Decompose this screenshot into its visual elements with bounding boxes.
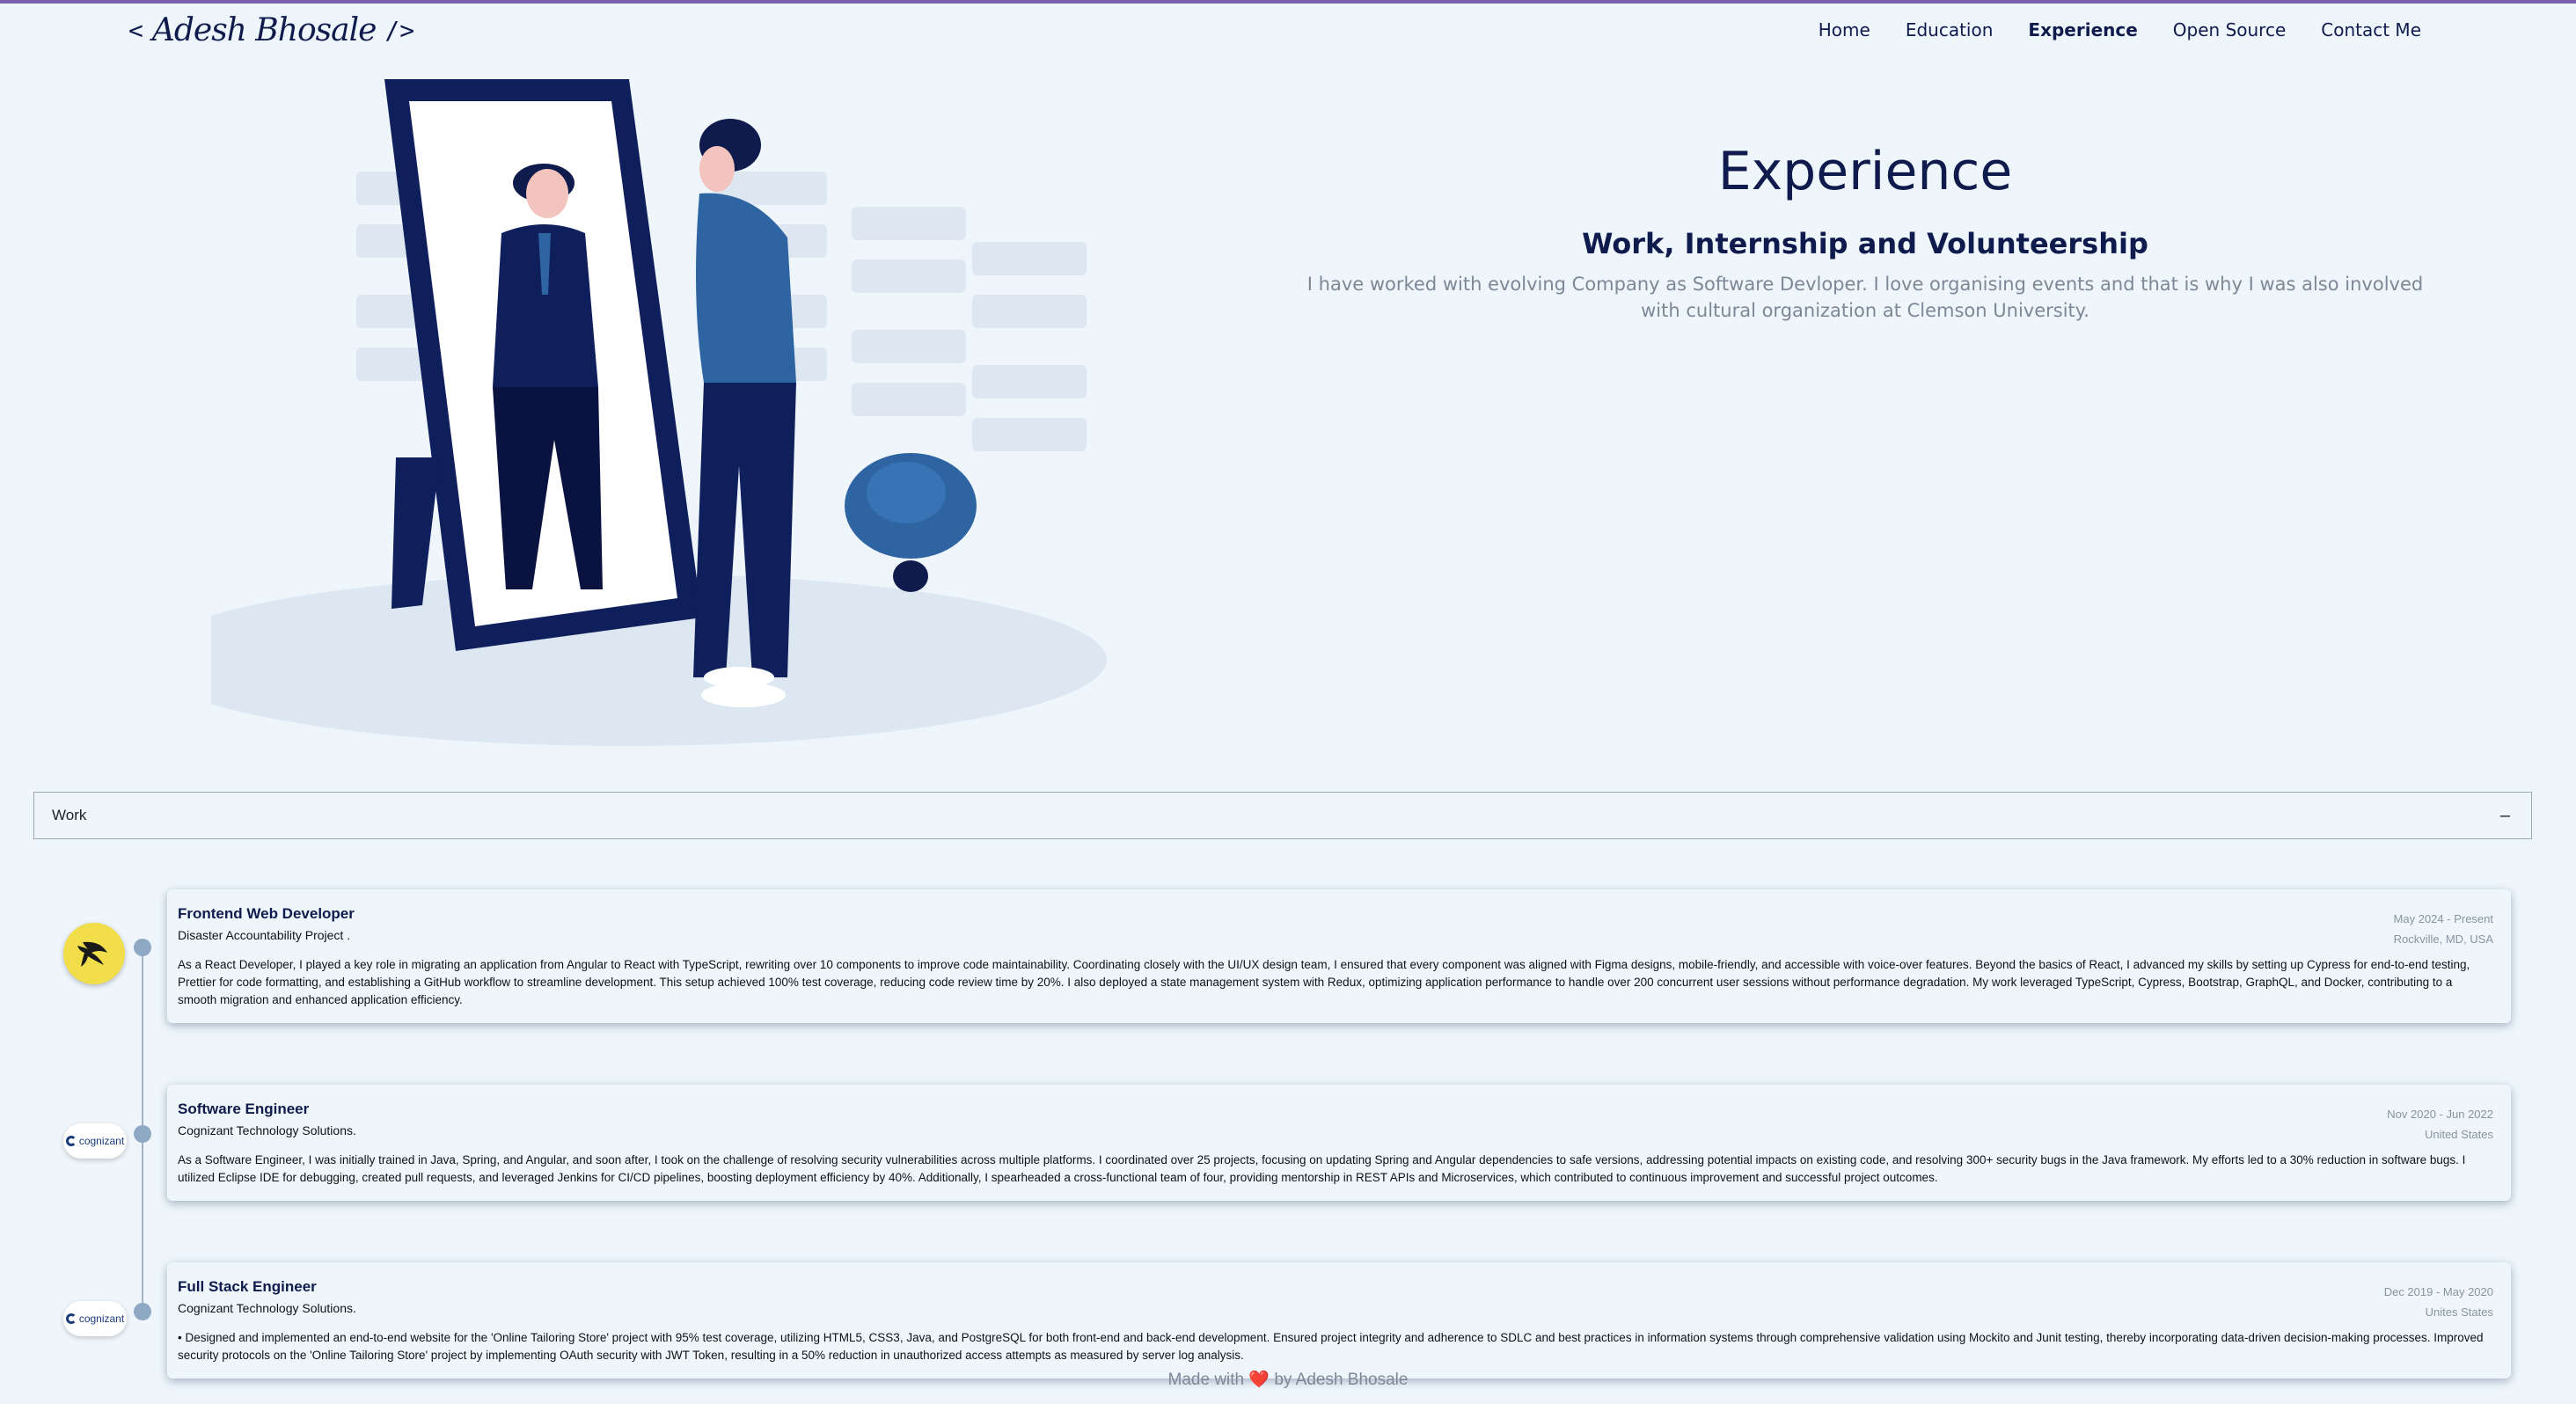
mirror-illustration (211, 79, 1107, 746)
nav-education[interactable]: Education (1906, 19, 1994, 40)
experience-card[interactable]: Frontend Web Developer Disaster Accounta… (167, 889, 2511, 1023)
company-name: Disaster Accountability Project . (178, 928, 351, 942)
nav-contact-me[interactable]: Contact Me (2321, 19, 2421, 40)
job-date: Dec 2019 - May 2020 (2383, 1285, 2493, 1298)
date-location: May 2024 - Present Rockville, MD, USA (2394, 909, 2493, 949)
job-description: • Designed and implemented an end-to-end… (178, 1331, 2484, 1362)
hero-text: Experience Work, Internship and Voluntee… (1302, 141, 2428, 324)
footer-suffix: by Adesh Bhosale (1274, 1371, 1409, 1389)
page-description: I have worked with evolving Company as S… (1306, 274, 2424, 321)
job-description: As a React Developer, I played a key rol… (178, 958, 2470, 1006)
experience-card[interactable]: Full Stack Engineer Cognizant Technology… (167, 1262, 2511, 1378)
accordion-label: Work (52, 807, 87, 823)
company-name: Cognizant Technology Solutions. (178, 1301, 356, 1315)
cognizant-logo-icon: cognizant (63, 1123, 127, 1159)
company-name: Cognizant Technology Solutions. (178, 1123, 356, 1137)
work-accordion-header[interactable]: Work – (33, 792, 2532, 839)
page-title: Experience (1717, 141, 2013, 202)
date-location: Dec 2019 - May 2020 Unites States (2384, 1282, 2493, 1322)
cognizant-logo-icon: cognizant (63, 1301, 127, 1336)
footer-prefix: Made with (1167, 1371, 1245, 1389)
heart-icon: ❤️ (1248, 1371, 1270, 1389)
job-title: Full Stack Engineer (178, 1278, 317, 1295)
job-title: Frontend Web Developer (178, 905, 355, 922)
logo[interactable]: < Adesh Bhosale /> (128, 12, 414, 48)
logo-close-bracket: /> (384, 16, 415, 45)
job-description: As a Software Engineer, I was initially … (178, 1153, 2466, 1184)
job-location: Rockville, MD, USA (2393, 932, 2493, 946)
date-location: Nov 2020 - Jun 2022 United States (2387, 1104, 2493, 1144)
header: < Adesh Bhosale /> Home Education Experi… (0, 4, 2576, 56)
timeline-dot (134, 939, 151, 956)
experience-card[interactable]: Software Engineer Cognizant Technology S… (167, 1085, 2511, 1201)
job-location: Unites States (2425, 1305, 2493, 1319)
job-title: Software Engineer (178, 1101, 310, 1117)
logo-signature: Adesh Bhosale (151, 12, 377, 48)
job-date: Nov 2020 - Jun 2022 (2387, 1108, 2493, 1121)
collapse-icon[interactable]: – (2500, 806, 2510, 826)
job-location: United States (2424, 1128, 2493, 1141)
timeline-dot (134, 1125, 151, 1143)
footer: Made with ❤️ by Adesh Bhosale (0, 1369, 2576, 1390)
logo-open-bracket: < (128, 16, 143, 45)
nav-home[interactable]: Home (1819, 19, 1870, 40)
job-date: May 2024 - Present (2393, 912, 2493, 925)
palm-logo-icon (63, 923, 125, 984)
page-subtitle: Work, Internship and Volunteership (1582, 227, 2148, 260)
timeline-dot (134, 1303, 151, 1320)
main-nav: Home Education Experience Open Source Co… (1819, 19, 2421, 40)
nav-experience[interactable]: Experience (2028, 19, 2137, 40)
nav-open-source[interactable]: Open Source (2173, 19, 2286, 40)
